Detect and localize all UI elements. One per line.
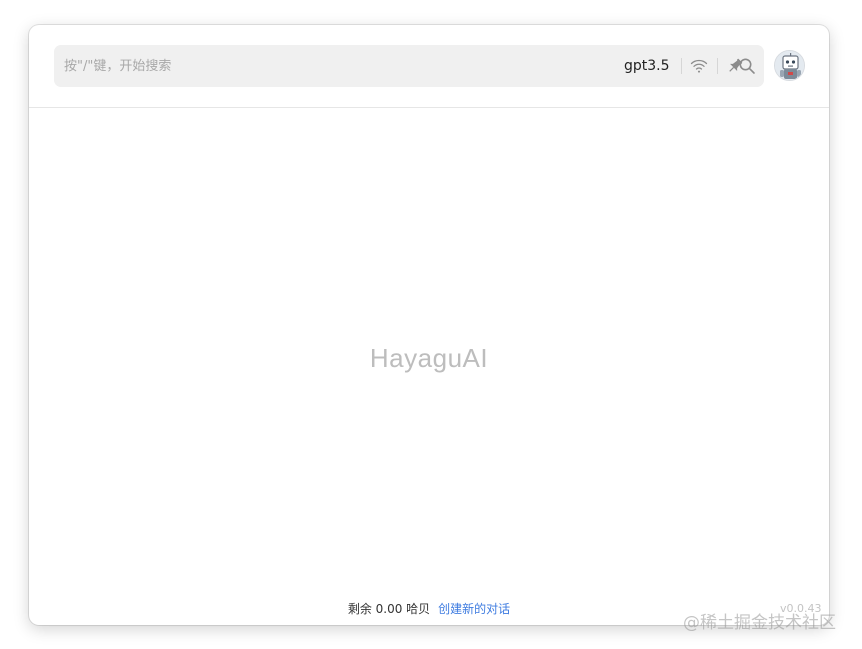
header: gpt3.5 — [29, 25, 829, 108]
watermark: @稀土掘金技术社区 — [683, 613, 836, 633]
app-window: gpt3.5 — [29, 25, 829, 625]
search-bar: gpt3.5 — [54, 45, 764, 87]
divider — [681, 58, 682, 74]
brand-title: HayaguAI — [369, 343, 489, 373]
avatar[interactable] — [774, 50, 805, 81]
search-icon[interactable] — [735, 54, 759, 78]
new-chat-link[interactable]: 创建新的对话 — [438, 602, 510, 616]
model-selector[interactable]: gpt3.5 — [624, 57, 670, 75]
divider — [717, 58, 718, 74]
search-input[interactable] — [54, 45, 574, 87]
balance-text: 剩余 0.00 哈贝 — [347, 602, 431, 616]
wifi-icon[interactable] — [687, 54, 711, 78]
